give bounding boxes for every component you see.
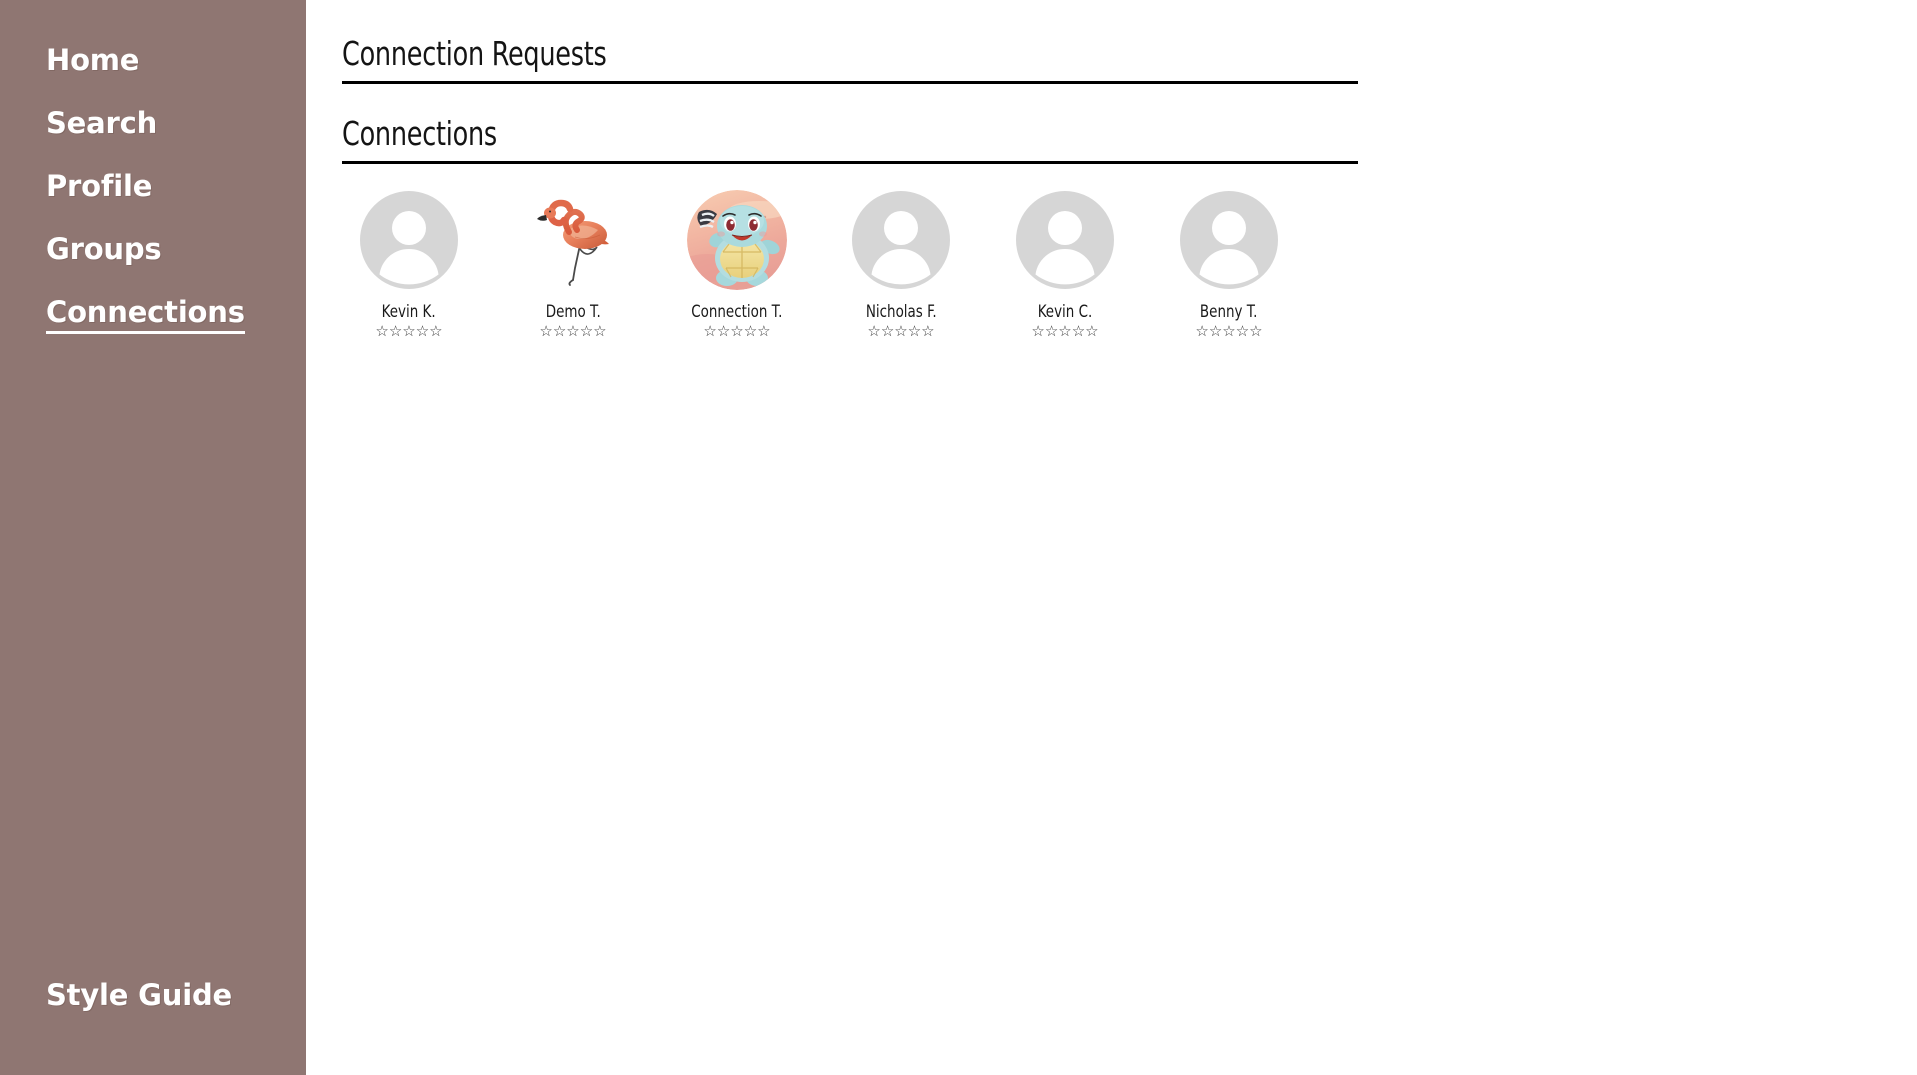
connections-divider xyxy=(342,161,1358,164)
sidebar-item-style-guide[interactable]: Style Guide xyxy=(0,977,306,1013)
main-content: Connection Requests Connections Kevin K.… xyxy=(306,0,1917,1075)
sidebar-item-partial[interactable] xyxy=(0,1040,306,1075)
connection-card[interactable]: Demo T. ☆☆☆☆☆ xyxy=(506,190,640,340)
connections-list: Kevin K. ☆☆☆☆☆ Demo T. ☆☆☆☆☆ Connection … xyxy=(342,190,1296,340)
connections-title: Connections xyxy=(342,114,497,153)
avatar[interactable] xyxy=(359,190,459,290)
default-avatar-icon xyxy=(360,191,458,289)
connection-name: Kevin C. xyxy=(1037,302,1093,322)
sidebar-nav-list-bottom: Style Guide xyxy=(0,977,306,1075)
connection-card[interactable]: Nicholas F. ☆☆☆☆☆ xyxy=(834,190,968,340)
avatar[interactable] xyxy=(523,190,623,290)
sidebar-item-home[interactable]: Home xyxy=(0,42,306,78)
default-avatar-icon xyxy=(852,191,950,289)
rating-stars[interactable]: ☆☆☆☆☆ xyxy=(867,323,934,340)
sidebar-item-groups[interactable]: Groups xyxy=(0,231,306,267)
squirtle-pokemon-photo xyxy=(687,190,787,290)
connections-page: Home Search Profile Groups Connections S… xyxy=(0,0,1917,1075)
default-avatar-icon xyxy=(1016,191,1114,289)
connection-card[interactable]: Benny T. ☆☆☆☆☆ xyxy=(1162,190,1296,340)
sidebar: Home Search Profile Groups Connections S… xyxy=(0,0,306,1075)
avatar[interactable] xyxy=(1015,190,1115,290)
avatar[interactable] xyxy=(1179,190,1279,290)
rating-stars[interactable]: ☆☆☆☆☆ xyxy=(703,323,770,340)
sidebar-item-search[interactable]: Search xyxy=(0,105,306,141)
connection-name: Kevin K. xyxy=(382,302,436,322)
default-avatar-icon xyxy=(1180,191,1278,289)
flamingo-photo xyxy=(537,199,609,286)
sidebar-item-groups-label: Groups xyxy=(46,232,162,266)
sidebar-item-style-guide-label: Style Guide xyxy=(46,978,232,1012)
sidebar-item-profile[interactable]: Profile xyxy=(0,168,306,204)
connection-requests-title: Connection Requests xyxy=(342,34,607,73)
avatar[interactable] xyxy=(687,190,787,290)
rating-stars[interactable]: ☆☆☆☆☆ xyxy=(539,323,606,340)
connection-card[interactable]: Connection T. ☆☆☆☆☆ xyxy=(670,190,804,340)
rating-stars[interactable]: ☆☆☆☆☆ xyxy=(1195,323,1262,340)
connection-name: Demo T. xyxy=(545,302,601,322)
connection-requests-section: Connection Requests xyxy=(342,34,1358,84)
rating-stars[interactable]: ☆☆☆☆☆ xyxy=(1031,323,1098,340)
connections-section: Connections xyxy=(342,114,1358,164)
sidebar-nav-list: Home Search Profile Groups Connections xyxy=(0,42,306,361)
connection-requests-divider xyxy=(342,81,1358,84)
connection-name: Connection T. xyxy=(691,302,783,322)
connection-card[interactable]: Kevin C. ☆☆☆☆☆ xyxy=(998,190,1132,340)
rating-stars[interactable]: ☆☆☆☆☆ xyxy=(375,323,442,340)
sidebar-item-connections[interactable]: Connections xyxy=(0,294,306,334)
connection-name: Benny T. xyxy=(1200,302,1258,322)
sidebar-item-connections-label: Connections xyxy=(46,294,245,334)
sidebar-item-home-label: Home xyxy=(46,43,140,77)
connection-card[interactable]: Kevin K. ☆☆☆☆☆ xyxy=(342,190,476,340)
avatar[interactable] xyxy=(851,190,951,290)
sidebar-item-search-label: Search xyxy=(46,106,158,140)
connection-name: Nicholas F. xyxy=(865,302,937,322)
sidebar-item-profile-label: Profile xyxy=(46,169,153,203)
